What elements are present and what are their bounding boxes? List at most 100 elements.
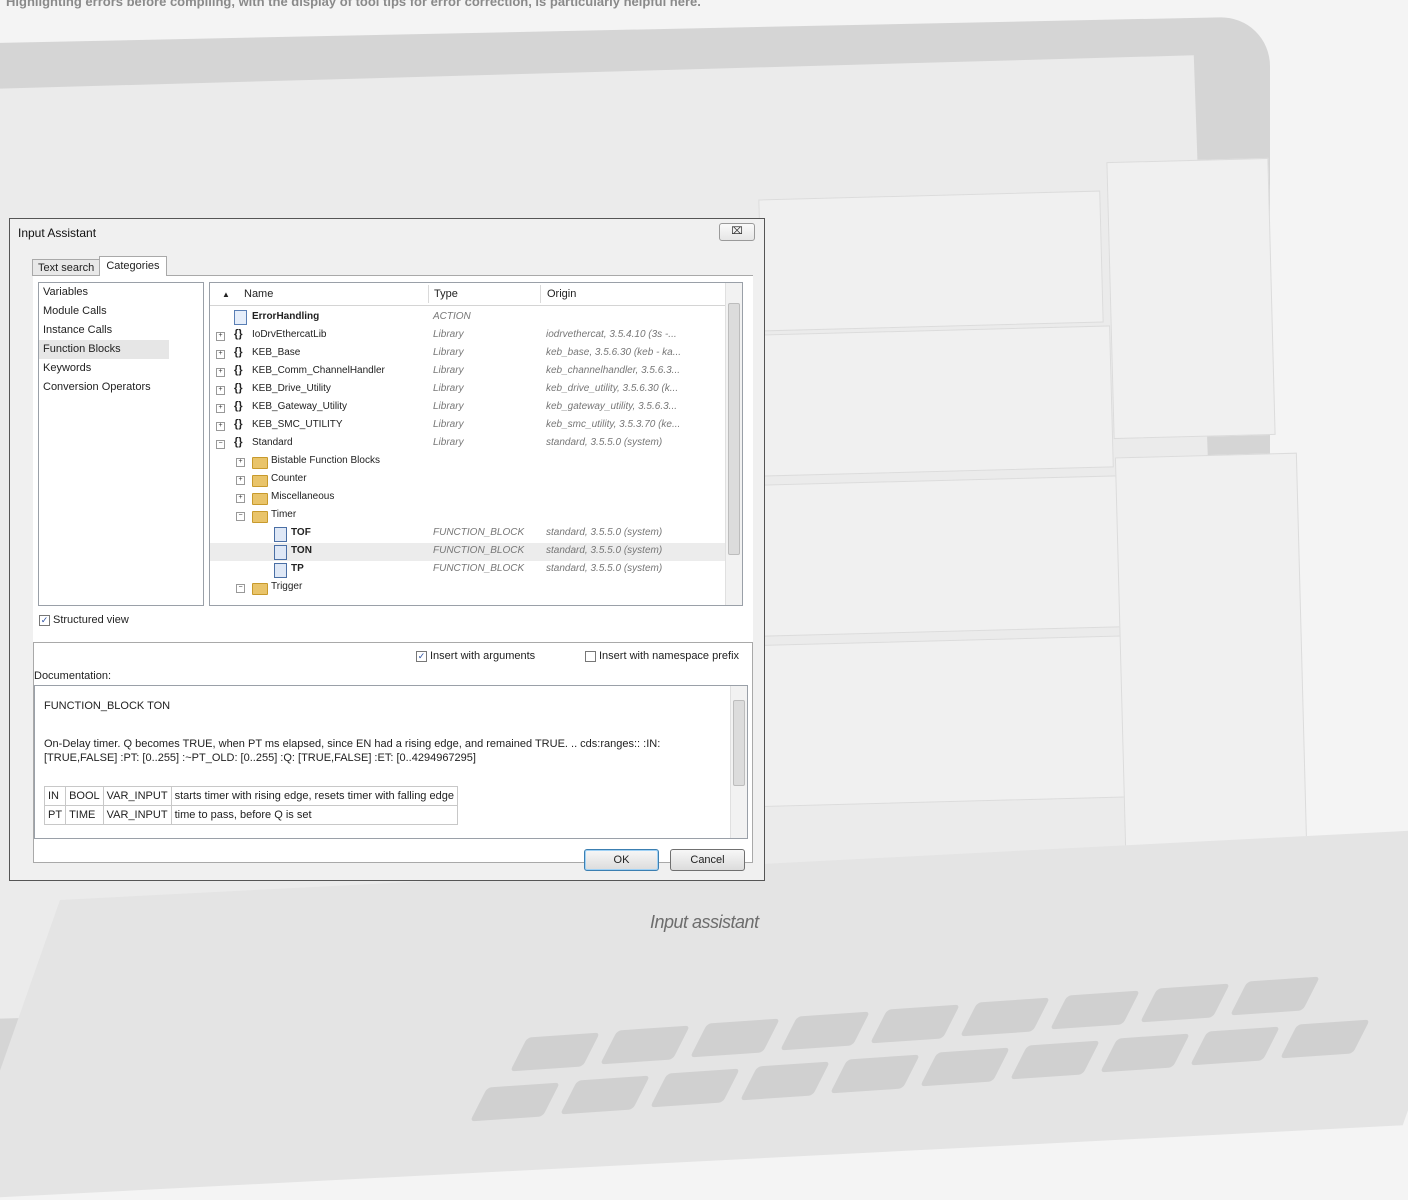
tree-row-type: FUNCTION_BLOCK: [433, 527, 525, 538]
insert-with-namespace-checkbox[interactable]: [585, 650, 596, 662]
scrollbar-thumb[interactable]: [733, 700, 745, 786]
column-header-name[interactable]: Name: [244, 288, 273, 300]
bg-chart-panel: [757, 635, 1145, 807]
bg-chart-panel: [758, 475, 1124, 637]
tree-row-name: Counter: [271, 473, 307, 484]
param-desc: time to pass, before Q is set: [170, 805, 458, 825]
insert-with-arguments-checkbox[interactable]: ✓: [416, 650, 427, 662]
tree-row-name: Bistable Function Blocks: [271, 455, 380, 466]
tree-row-name: Trigger: [271, 581, 303, 592]
tree-row[interactable]: + Miscellaneous: [210, 489, 726, 507]
insert-with-namespace-label: Insert with namespace prefix: [599, 650, 740, 662]
cancel-button[interactable]: Cancel: [670, 849, 745, 871]
category-item-instance-calls[interactable]: Instance Calls: [39, 321, 203, 340]
close-button[interactable]: ⌧: [719, 223, 755, 241]
structured-view-checkbox[interactable]: ✓: [39, 614, 50, 626]
bg-toolbox-panel: [1114, 452, 1308, 850]
expand-icon[interactable]: +: [216, 386, 225, 395]
tree-row-type: Library: [433, 401, 464, 412]
insert-with-namespace-option[interactable]: Insert with namespace prefix: [585, 650, 739, 662]
collapse-icon[interactable]: −: [236, 584, 245, 593]
category-item-function-blocks[interactable]: Function Blocks: [39, 340, 169, 359]
tree-row-name: Miscellaneous: [271, 491, 335, 502]
tree-row-name: ErrorHandling: [252, 311, 320, 322]
tree-row[interactable]: − Timer: [210, 507, 726, 525]
tree-row[interactable]: + {} IoDrvEthercatLib Library iodrvether…: [210, 327, 726, 345]
image-caption: Input assistant: [650, 912, 759, 932]
column-divider[interactable]: [540, 285, 541, 303]
doc-scrollbar[interactable]: [730, 686, 747, 838]
param-name: IN: [43, 786, 67, 806]
tree-row[interactable]: + {} KEB_Drive_Utility Library keb_drive…: [210, 381, 726, 399]
tree-row[interactable]: + {} KEB_Comm_ChannelHandler Library keb…: [210, 363, 726, 381]
tree-row-origin: standard, 3.5.5.0 (system): [546, 545, 663, 556]
structured-view-option[interactable]: ✓ Structured view: [39, 614, 129, 626]
tree-row-name: KEB_Base: [252, 347, 301, 358]
expand-icon[interactable]: +: [216, 404, 225, 413]
folder-icon: [252, 457, 268, 469]
tree-row-type: FUNCTION_BLOCK: [433, 545, 525, 556]
tab-text-search[interactable]: Text search: [32, 259, 101, 276]
tree-row[interactable]: − {} Standard Library standard, 3.5.5.0 …: [210, 435, 726, 453]
tree-row[interactable]: − Trigger: [210, 579, 726, 597]
expand-icon[interactable]: +: [216, 350, 225, 359]
expand-icon[interactable]: +: [216, 332, 225, 341]
bg-properties-panel: [1106, 157, 1276, 440]
braces-icon: {}: [234, 418, 243, 430]
expand-icon[interactable]: +: [236, 494, 245, 503]
tree-row[interactable]: + Bistable Function Blocks: [210, 453, 726, 471]
tree-row[interactable]: + {} KEB_SMC_UTILITY Library keb_smc_uti…: [210, 417, 726, 435]
category-item-module-calls[interactable]: Module Calls: [39, 302, 203, 321]
folder-icon: [252, 511, 268, 523]
column-header-type[interactable]: Type: [434, 288, 458, 300]
tree-row[interactable]: + {} KEB_Base Library keb_base, 3.5.6.30…: [210, 345, 726, 363]
insert-with-arguments-option[interactable]: ✓ Insert with arguments: [416, 650, 535, 662]
ok-button[interactable]: OK: [584, 849, 659, 871]
tree-row-origin: iodrvethercat, 3.5.4.10 (3s -...: [546, 329, 677, 340]
tree-row[interactable]: TP FUNCTION_BLOCK standard, 3.5.5.0 (sys…: [210, 561, 726, 579]
param-type: BOOL: [65, 786, 104, 806]
tree-row-name: KEB_Comm_ChannelHandler: [252, 365, 385, 376]
scrollbar-thumb[interactable]: [728, 303, 740, 555]
tree-row-selected[interactable]: TON FUNCTION_BLOCK standard, 3.5.5.0 (sy…: [210, 543, 726, 561]
collapse-icon[interactable]: −: [216, 440, 225, 449]
tree-row-name: KEB_Gateway_Utility: [252, 401, 348, 412]
expand-icon[interactable]: +: [236, 458, 245, 467]
tab-strip: Text search Categories: [32, 256, 167, 276]
categories-browser: Variables Module Calls Instance Calls Fu…: [33, 276, 753, 643]
doc-params-table: IN BOOL VAR_INPUT starts timer with risi…: [43, 786, 458, 825]
tree-row-type: FUNCTION_BLOCK: [433, 563, 525, 574]
function-block-icon: [274, 527, 287, 542]
insert-with-arguments-label: Insert with arguments: [430, 650, 536, 662]
tree-row-origin: standard, 3.5.5.0 (system): [546, 563, 663, 574]
expand-icon[interactable]: +: [216, 422, 225, 431]
tree-row-type: Library: [433, 329, 464, 340]
tab-categories[interactable]: Categories: [99, 256, 167, 276]
table-row: PT TIME VAR_INPUT time to pass, before Q…: [43, 805, 458, 825]
category-list: Variables Module Calls Instance Calls Fu…: [38, 282, 204, 606]
category-item-conversion-operators[interactable]: Conversion Operators: [39, 378, 203, 397]
tree-header: ▲ Name Type Origin: [210, 283, 726, 306]
collapse-icon[interactable]: −: [236, 512, 245, 521]
folder-icon: [252, 493, 268, 505]
category-item-variables[interactable]: Variables: [39, 283, 203, 302]
sort-ascending-icon[interactable]: ▲: [222, 290, 230, 299]
column-divider[interactable]: [428, 285, 429, 303]
column-header-origin[interactable]: Origin: [547, 288, 576, 300]
tree-row[interactable]: TOF FUNCTION_BLOCK standard, 3.5.5.0 (sy…: [210, 525, 726, 543]
param-scope: VAR_INPUT: [102, 805, 172, 825]
tree-row-type: ACTION: [433, 311, 471, 322]
expand-icon[interactable]: +: [216, 368, 225, 377]
expand-icon[interactable]: +: [236, 476, 245, 485]
tree-row-type: Library: [433, 347, 464, 358]
doc-description: On-Delay timer. Q becomes TRUE, when PT …: [44, 738, 661, 764]
tree-scrollbar[interactable]: [725, 283, 742, 605]
param-desc: starts timer with rising edge, resets ti…: [170, 786, 458, 806]
tree-row-origin: keb_smc_utility, 3.5.3.70 (ke...: [546, 419, 681, 430]
braces-icon: {}: [234, 436, 243, 448]
tree-row[interactable]: + Counter: [210, 471, 726, 489]
tree-row[interactable]: ErrorHandling ACTION: [210, 309, 726, 327]
tree-row[interactable]: + {} KEB_Gateway_Utility Library keb_gat…: [210, 399, 726, 417]
category-item-keywords[interactable]: Keywords: [39, 359, 203, 378]
element-tree: ▲ Name Type Origin ErrorHandling ACTION …: [209, 282, 743, 606]
